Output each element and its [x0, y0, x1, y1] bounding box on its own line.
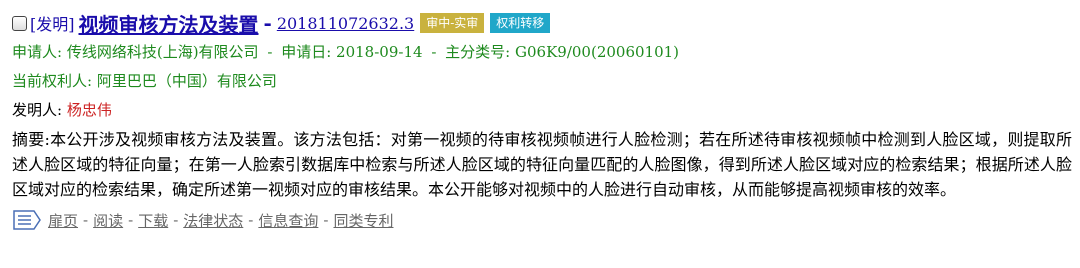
info-query-link[interactable]: 信息查询 — [258, 210, 318, 231]
link-separator: - — [128, 211, 134, 229]
patent-title-link[interactable]: 视频审核方法及装置 — [79, 9, 259, 38]
action-links-row: 扉页 - 阅读 - 下载 - 法律状态 - 信息查询 - 同类专利 — [12, 205, 1070, 235]
current-owner-row: 当前权利人: 阿里巴巴（中国）有限公司 — [12, 67, 1070, 96]
link-separator: - — [248, 211, 254, 229]
applicant-row: 申请人: 传线网络科技(上海)有限公司 - 申请日: 2018-09-14 - … — [12, 38, 1070, 67]
filing-date-label: 申请日: — [281, 43, 332, 61]
current-owner-value: 阿里巴巴（中国）有限公司 — [96, 72, 277, 90]
main-class-label: 主分类号: — [445, 43, 511, 61]
application-number-link[interactable]: 201811072632.3 — [277, 14, 414, 33]
cover-page-link[interactable]: 扉页 — [48, 210, 78, 231]
meta-separator: - — [267, 43, 273, 61]
inventor-name-link[interactable]: 杨忠伟 — [67, 101, 112, 119]
main-class-value: G06K9/00(20060101) — [515, 43, 680, 61]
applicant-label: 申请人: — [12, 43, 63, 61]
inventor-row: 发明人: 杨忠伟 — [12, 96, 1070, 125]
title-separator: - — [263, 11, 272, 35]
download-link[interactable]: 下载 — [138, 210, 168, 231]
patent-type-tag: [发明] — [30, 15, 75, 34]
inventor-label: 发明人: — [12, 101, 63, 119]
applicant-value: 传线网络科技(上海)有限公司 — [66, 43, 259, 61]
link-separator: - — [173, 211, 179, 229]
patent-result-item: [发明] 视频审核方法及装置 - 201811072632.3 审中-实审 权利… — [0, 0, 1080, 268]
list-menu-icon[interactable] — [12, 209, 42, 231]
transfer-badge[interactable]: 权利转移 — [490, 13, 551, 33]
legal-status-link[interactable]: 法律状态 — [183, 210, 243, 231]
select-checkbox[interactable] — [12, 15, 27, 31]
similar-patents-link[interactable]: 同类专利 — [333, 210, 393, 231]
link-separator: - — [323, 211, 329, 229]
current-owner-label: 当前权利人: — [12, 72, 93, 90]
title-row: [发明] 视频审核方法及装置 - 201811072632.3 审中-实审 权利… — [12, 8, 1070, 38]
link-separator: - — [83, 211, 89, 229]
read-link[interactable]: 阅读 — [93, 210, 123, 231]
abstract-text: 摘要:本公开涉及视频审核方法及装置。该方法包括：对第一视频的待审核视频帧进行人脸… — [12, 130, 1072, 199]
meta-separator: - — [431, 43, 437, 61]
filing-date-value: 2018-09-14 — [336, 43, 423, 61]
status-badge[interactable]: 审中-实审 — [420, 13, 485, 33]
